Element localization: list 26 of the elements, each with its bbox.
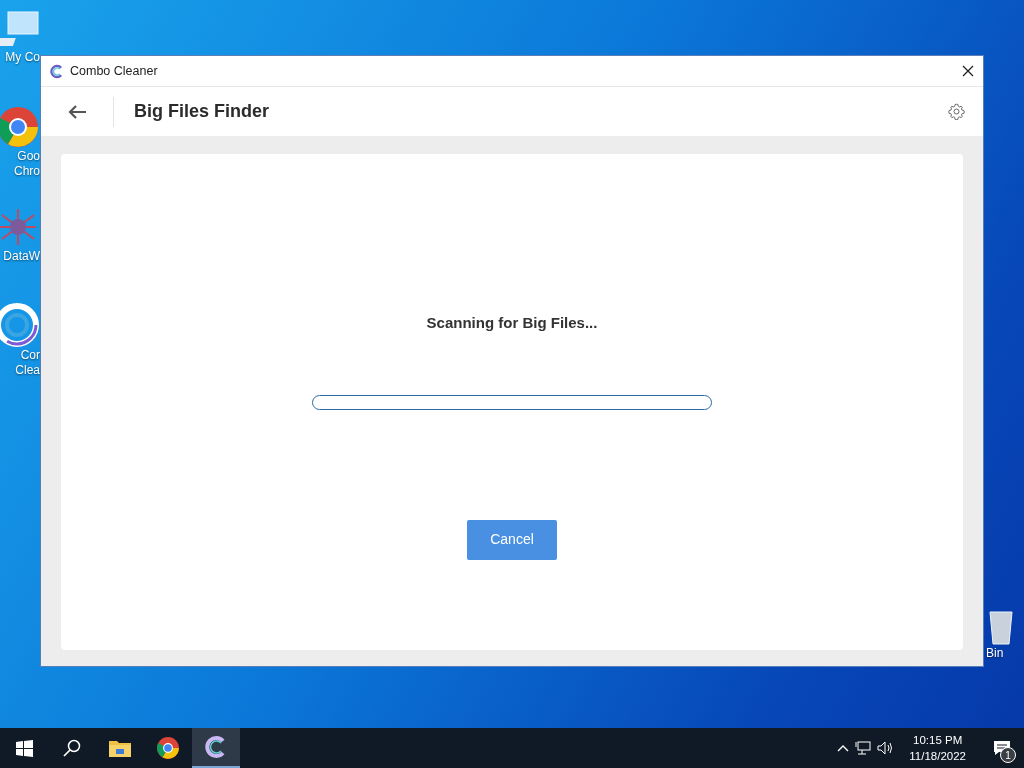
desktop-icon-label[interactable]: Bin [986, 646, 1004, 661]
search-icon [63, 739, 81, 757]
app-logo-icon [49, 63, 64, 79]
page-title: Big Files Finder [134, 100, 270, 123]
window-title: Combo Cleaner [70, 62, 158, 80]
desktop-icon-label[interactable]: Goo [17, 149, 40, 164]
desktop-icon-label[interactable]: My Co [5, 50, 40, 65]
notifications-button[interactable]: 1 [980, 728, 1024, 768]
folder-icon [109, 739, 131, 757]
browser-icon [0, 105, 40, 149]
browser-icon [156, 736, 180, 760]
notification-count: 1 [1000, 747, 1016, 763]
desktop-icon-label[interactable]: DataW [3, 249, 40, 264]
taskbar-app-button[interactable] [192, 728, 240, 768]
desktop-icon-label[interactable]: Chro [14, 164, 40, 179]
settings-button[interactable] [948, 103, 965, 120]
cancel-button[interactable]: Cancel [467, 519, 557, 560]
close-icon [962, 65, 974, 77]
chevron-up-icon[interactable] [837, 744, 850, 752]
windows-logo-icon [15, 739, 33, 757]
scan-status-text: Scanning for Big Files... [426, 313, 598, 333]
desktop-icon-label[interactable]: Cor [20, 348, 40, 363]
desktop-icon-label[interactable]: Clea [15, 363, 40, 378]
clock[interactable]: 10:15 PM 11/18/2022 [901, 732, 974, 764]
network-icon[interactable] [855, 741, 872, 755]
back-arrow-icon [67, 103, 87, 120]
